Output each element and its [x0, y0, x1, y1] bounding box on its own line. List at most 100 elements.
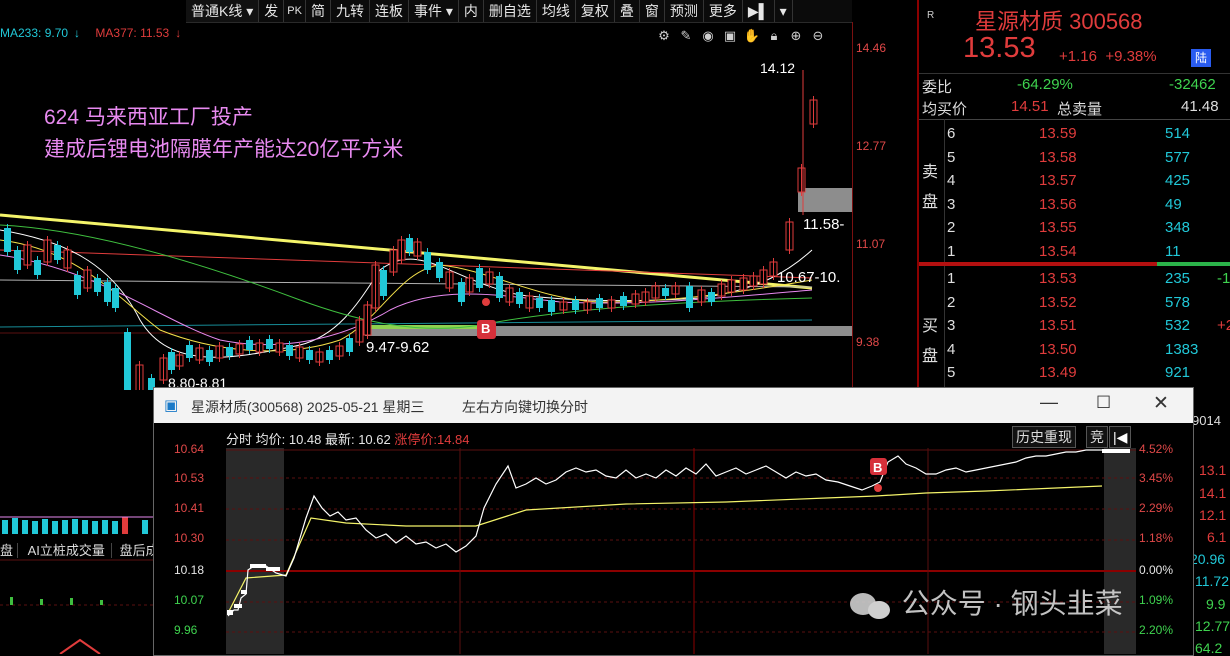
- price: 13.57: [1039, 172, 1077, 189]
- volume-change: -1: [1217, 270, 1230, 287]
- bid-row[interactable]: 2 13.52 578: [919, 292, 1230, 314]
- popup-hint: 左右方向键切换分时: [462, 399, 588, 415]
- annotation-line-1: 624 马来西亚工厂投产: [44, 106, 253, 129]
- history-replay-button[interactable]: 历史重现: [1012, 426, 1076, 448]
- ask-row[interactable]: 2 13.55 348: [919, 217, 1230, 239]
- toolbar-nei[interactable]: 内: [459, 0, 484, 22]
- weibi-value: -32462: [1169, 76, 1216, 93]
- toolbar-more[interactable]: 更多: [704, 0, 743, 22]
- chevron-down-icon: ▾: [246, 3, 254, 19]
- pct-axis-label: 2.20%: [1139, 623, 1174, 637]
- toolbar-jiuzhuan[interactable]: 九转: [331, 0, 370, 22]
- pct-axis-label: 3.45%: [1139, 471, 1174, 485]
- ask-row[interactable]: 6 13.59 514: [919, 123, 1230, 145]
- limit-up-price: 涨停价:14.84: [394, 432, 470, 447]
- volume: 49: [1165, 195, 1182, 213]
- toolbar-overlay[interactable]: 叠: [615, 0, 640, 22]
- pct-axis-label: 4.52%: [1139, 442, 1174, 456]
- intraday-info: 分时 均价: 10.48 最新: 10.62 涨停价:14.84: [226, 429, 470, 448]
- price-axis-label: 10.41: [174, 501, 205, 515]
- popup-title-bar[interactable]: ▣ 星源材质(300568) 2025-05-21 星期三 左右方向键切换分时 …: [154, 388, 1193, 423]
- news-annotation: 624 马来西亚工厂投产 建成后锂电池隔膜年产能达20亿平方米: [44, 102, 403, 166]
- minimize-icon[interactable]: —: [1040, 392, 1058, 413]
- tab-indicator-1[interactable]: 盘: [0, 543, 19, 558]
- kline-type-label: 普通K线: [191, 3, 243, 19]
- volume: 235: [1165, 270, 1191, 287]
- price-axis-label: 14.46: [856, 41, 887, 55]
- price-axis-label: 10.30: [174, 531, 205, 545]
- tab-ai-volume[interactable]: AI立桩成交量: [21, 543, 112, 558]
- toolbar-fa[interactable]: 发: [259, 0, 285, 22]
- bid-row[interactable]: 5 13.49 921: [919, 362, 1230, 384]
- signal-dot: [874, 484, 882, 492]
- volume: 514: [1165, 125, 1191, 142]
- price-axis-label: 9.38: [856, 335, 880, 349]
- chevron-down-icon: ▾: [445, 3, 453, 19]
- price: 13.56: [1039, 195, 1077, 213]
- collapse-icon[interactable]: |◀: [1109, 426, 1132, 448]
- price: 13.59: [1039, 125, 1077, 142]
- collapse-arrow-icon[interactable]: ▶▌: [743, 0, 775, 22]
- partial-value: 20.96: [1190, 551, 1226, 567]
- watermark-text: 公众号 · 钢头韭菜: [901, 588, 1123, 619]
- toolbar-lianban[interactable]: 连板: [370, 0, 409, 22]
- price: 13.52: [1039, 293, 1077, 311]
- bid-row[interactable]: 3 13.51 532 +2: [919, 315, 1230, 337]
- zone-upper-label: 11.58-: [803, 216, 845, 233]
- intraday-chart[interactable]: B: [226, 448, 1136, 654]
- kline-type-select[interactable]: 普通K线 ▾: [186, 0, 260, 22]
- toolbar-fuquan[interactable]: 复权: [576, 0, 615, 22]
- toolbar-ma[interactable]: 均线: [537, 0, 576, 22]
- ask-row[interactable]: 5 13.58 577: [919, 147, 1230, 169]
- pct-axis-label: 1.18%: [1139, 531, 1174, 545]
- ma377-label: MA377: 11.53 ↓: [95, 26, 187, 40]
- ma233-arrow: ↓: [74, 26, 81, 40]
- volume-strip: [0, 516, 153, 654]
- level: 3: [947, 317, 956, 334]
- price-axis-label: 10.18: [174, 563, 205, 577]
- volume: 348: [1165, 219, 1191, 236]
- last-price: 13.53: [963, 32, 1036, 64]
- volume: 425: [1165, 172, 1191, 189]
- price-axis-label: 9.96: [174, 623, 198, 637]
- kline-chart[interactable]: [0, 40, 852, 390]
- toolbar-jian[interactable]: 简: [306, 0, 331, 22]
- ask-row[interactable]: 1 13.54 11: [919, 241, 1230, 263]
- bid-row[interactable]: 4 13.50 1383: [919, 339, 1230, 361]
- ask-row[interactable]: 3 13.56 49: [919, 194, 1230, 216]
- partial-value: 11.72: [1195, 573, 1229, 589]
- price: 13.58: [1039, 148, 1077, 166]
- price-axis-label: 11.07: [856, 237, 886, 251]
- price: 13.49: [1039, 364, 1077, 381]
- bid-row[interactable]: 1 13.53 235 -1: [919, 268, 1230, 290]
- close-icon[interactable]: ✕: [1153, 392, 1169, 415]
- level: 2: [947, 293, 956, 311]
- volume-value: 41.48: [1181, 98, 1219, 115]
- auction-button[interactable]: 竞: [1086, 426, 1108, 448]
- ma233-label: MA233: 9.70 ↓: [0, 26, 86, 40]
- level: 5: [947, 148, 956, 166]
- toolbar-forecast[interactable]: 预测: [665, 0, 704, 22]
- toolbar-event[interactable]: 事件 ▾: [409, 0, 459, 22]
- partial-value: 13.1: [1199, 462, 1227, 478]
- weibi-label: 委比: [922, 79, 953, 96]
- chart-toolbar: 普通K线 ▾ 发 PK 简 九转 连板 事件 ▾ 内 删自选 均线 复权 叠 窗…: [186, 0, 852, 23]
- level: 6: [947, 125, 956, 142]
- volume-change: +2: [1217, 317, 1230, 334]
- intraday-summary: 分时 均价: 10.48 最新: 10.62: [226, 432, 391, 447]
- pct-axis-label: 0.00%: [1139, 563, 1174, 577]
- ask-row[interactable]: 4 13.57 425: [919, 170, 1230, 192]
- ma-legend: MA233: 9.70 ↓ MA377: 11.53 ↓: [0, 26, 193, 40]
- avg-row: 均买价 14.51 总卖量 41.48: [919, 96, 1230, 118]
- chevron-down-icon[interactable]: ▾: [775, 0, 793, 22]
- level: 5: [947, 364, 956, 381]
- maximize-icon[interactable]: ☐: [1096, 393, 1111, 413]
- price-change: +1.16 +9.38%: [1059, 48, 1157, 65]
- partial-value: 14.1: [1199, 485, 1227, 501]
- toolbar-window[interactable]: 窗: [640, 0, 665, 22]
- toolbar-del-watch[interactable]: 删自选: [484, 0, 537, 22]
- toolbar-pk[interactable]: PK: [284, 0, 306, 22]
- connect-badge[interactable]: 陆: [1191, 49, 1211, 67]
- toolbar-event-label: 事件: [413, 3, 442, 19]
- price: 13.50: [1039, 340, 1077, 358]
